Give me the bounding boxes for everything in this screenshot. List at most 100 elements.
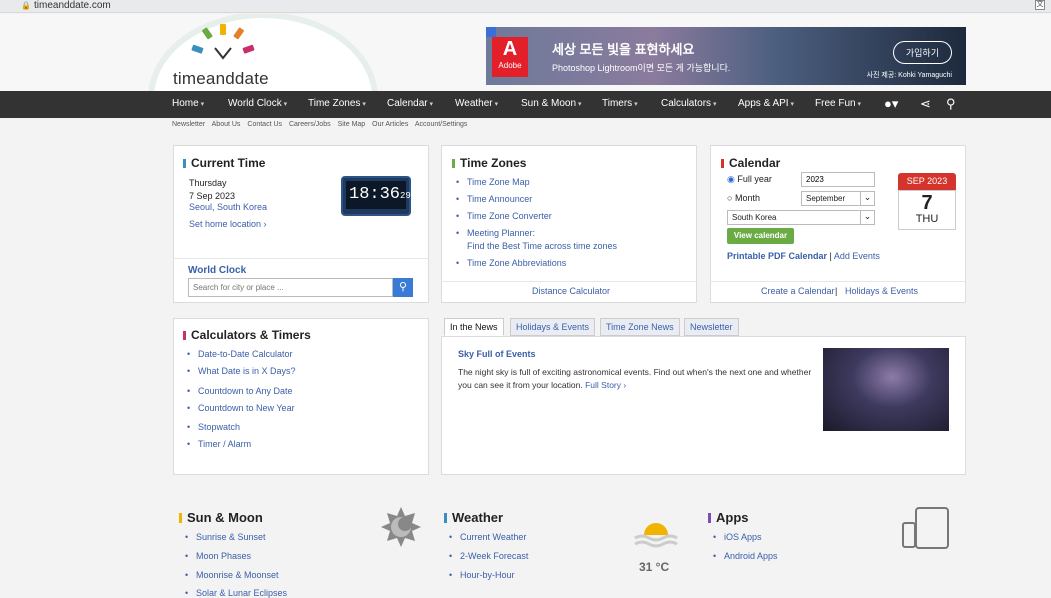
timer-alarm-link[interactable]: Timer / Alarm [198, 439, 251, 449]
create-calendar-link[interactable]: Create a Calendar [761, 286, 835, 296]
meeting-planner-link[interactable]: Meeting Planner: [467, 228, 535, 238]
nav-calendar[interactable]: Calendar [387, 98, 433, 109]
stopwatch-link[interactable]: Stopwatch [198, 422, 240, 432]
time-zones-title: Time Zones [452, 156, 526, 170]
share-icon[interactable]: ⋖ [920, 96, 931, 112]
weather-title: Weather [444, 510, 503, 525]
ad-headline: 세상 모든 빛을 표현하세요 [552, 42, 695, 57]
ios-apps-link[interactable]: iOS Apps [724, 532, 762, 542]
tab-holidays-events[interactable]: Holidays & Events [510, 318, 596, 336]
add-events-link[interactable]: Add Events [834, 251, 880, 261]
countdown-newyear-link[interactable]: Countdown to New Year [198, 403, 295, 413]
x-days-link[interactable]: What Date is in X Days? [198, 366, 296, 376]
full-story-link[interactable]: Full Story › [585, 380, 626, 390]
subnav-articles[interactable]: Our Articles [372, 121, 408, 128]
country-select[interactable]: South Korea ⌄ [727, 210, 875, 225]
ad-banner[interactable]: A Adobe 세상 모든 빛을 표현하세요 Photoshop Lightroo… [486, 27, 966, 85]
sun-moon-title: Sun & Moon [179, 510, 263, 525]
subnav-account[interactable]: Account/Settings [415, 121, 468, 128]
tz-announcer-link[interactable]: Time Announcer [467, 194, 532, 204]
divider [173, 258, 429, 259]
current-location-link[interactable]: Seoul, South Korea [189, 202, 267, 212]
digital-clock-icon: 18:3629 [341, 176, 411, 216]
news-headline-link[interactable]: Sky Full of Events [458, 349, 536, 359]
account-icon[interactable]: ●▾ [884, 96, 898, 112]
current-time-title: Current Time [183, 156, 265, 170]
logo-icon[interactable] [190, 24, 265, 69]
view-calendar-button[interactable]: View calendar [727, 228, 794, 244]
countdown-any-link[interactable]: Countdown to Any Date [198, 386, 293, 396]
tab-time-zone-news[interactable]: Time Zone News [600, 318, 680, 336]
subnav-careers[interactable]: Careers/Jobs [289, 121, 331, 128]
subnav-about[interactable]: About Us [212, 121, 241, 128]
holidays-events-link[interactable]: Holidays & Events [845, 286, 918, 296]
adobe-logo: A Adobe [492, 37, 528, 77]
date-to-date-link[interactable]: Date-to-Date Calculator [198, 349, 293, 359]
news-body: The night sky is full of exciting astron… [458, 367, 812, 390]
ad-subline: Photoshop Lightroom이면 모든 게 가능합니다. [552, 63, 731, 73]
url-text[interactable]: timeanddate.com [34, 0, 111, 11]
main-nav: Home World Clock Time Zones Calendar Wea… [0, 91, 1051, 118]
subnav-newsletter[interactable]: Newsletter [172, 121, 205, 128]
calendar-links: Printable PDF Calendar | Add Events [727, 251, 880, 261]
current-weather-link[interactable]: Current Weather [460, 532, 526, 542]
divider [710, 281, 966, 282]
current-date: 7 Sep 2023 [189, 191, 236, 201]
nav-time-zones[interactable]: Time Zones [308, 98, 366, 109]
nav-timers[interactable]: Timers [602, 98, 638, 109]
separator: | [835, 286, 838, 296]
news-image[interactable] [823, 348, 949, 431]
temperature: 31 °C [639, 560, 670, 574]
translate-icon[interactable]: 文 [1035, 0, 1045, 10]
calculators-title: Calculators & Timers [183, 328, 311, 342]
world-clock-heading[interactable]: World Clock [188, 265, 246, 276]
devices-icon [902, 507, 949, 549]
nav-apps-api[interactable]: Apps & API [738, 98, 794, 109]
hour-by-hour-link[interactable]: Hour-by-Hour [460, 570, 515, 580]
nav-weather[interactable]: Weather [455, 98, 498, 109]
distance-calculator-link[interactable]: Distance Calculator [532, 286, 610, 296]
tz-map-link[interactable]: Time Zone Map [467, 177, 530, 187]
search-icon[interactable]: ⚲ [946, 96, 956, 112]
nav-calculators[interactable]: Calculators [661, 98, 717, 109]
calendar-icon: SEP 2023 7 THU [898, 173, 956, 233]
tab-newsletter[interactable]: Newsletter [684, 318, 739, 336]
lock-icon: 🔒 [21, 1, 31, 10]
two-week-forecast-link[interactable]: 2-Week Forecast [460, 551, 528, 561]
sub-nav: Newsletter About Us Contact Us Careers/J… [172, 121, 472, 128]
moonrise-moonset-link[interactable]: Moonrise & Moonset [196, 570, 279, 580]
meeting-planner-sub-link[interactable]: Find the Best Time across time zones [467, 241, 617, 251]
site-header: timeanddate A Adobe 세상 모든 빛을 표현하세요 Photos… [0, 14, 1051, 91]
subnav-sitemap[interactable]: Site Map [338, 121, 366, 128]
subnav-contact[interactable]: Contact Us [247, 121, 282, 128]
city-search-input[interactable] [188, 278, 393, 297]
ad-join-button[interactable]: 가입하기 [892, 41, 952, 64]
nav-free-fun[interactable]: Free Fun [815, 98, 861, 109]
current-day: Thursday [189, 178, 227, 188]
logo-text[interactable]: timeanddate [173, 69, 269, 89]
nav-sun-moon[interactable]: Sun & Moon [521, 98, 582, 109]
year-input[interactable] [801, 172, 875, 187]
tab-in-the-news[interactable]: In the News [444, 318, 504, 336]
nav-home[interactable]: Home [172, 98, 204, 109]
set-home-location-link[interactable]: Set home location › [189, 219, 267, 229]
moon-phases-link[interactable]: Moon Phases [196, 551, 251, 561]
ad-badge-icon [486, 27, 496, 37]
tz-abbreviations-link[interactable]: Time Zone Abbreviations [467, 258, 566, 268]
android-apps-link[interactable]: Android Apps [724, 551, 778, 561]
sunrise-sunset-link[interactable]: Sunrise & Sunset [196, 532, 266, 542]
sun-moon-icon [381, 507, 421, 547]
apps-title: Apps [708, 510, 749, 525]
ad-caption: 사진 제공: Kohki Yamaguchi [866, 72, 952, 79]
tz-converter-link[interactable]: Time Zone Converter [467, 211, 552, 221]
weather-sun-icon [634, 523, 678, 548]
printable-pdf-link[interactable]: Printable PDF Calendar [727, 251, 827, 261]
address-bar[interactable]: 🔒 timeanddate.com 文 [0, 0, 1051, 13]
month-select[interactable]: September ⌄ [801, 191, 875, 206]
month-radio[interactable]: ○ Month [727, 193, 760, 203]
nav-world-clock[interactable]: World Clock [228, 98, 287, 109]
eclipses-link[interactable]: Solar & Lunar Eclipses [196, 588, 287, 598]
full-year-radio[interactable]: ◉ Full year [727, 174, 772, 185]
city-search-button[interactable]: ⚲ [393, 278, 413, 297]
divider [441, 281, 697, 282]
